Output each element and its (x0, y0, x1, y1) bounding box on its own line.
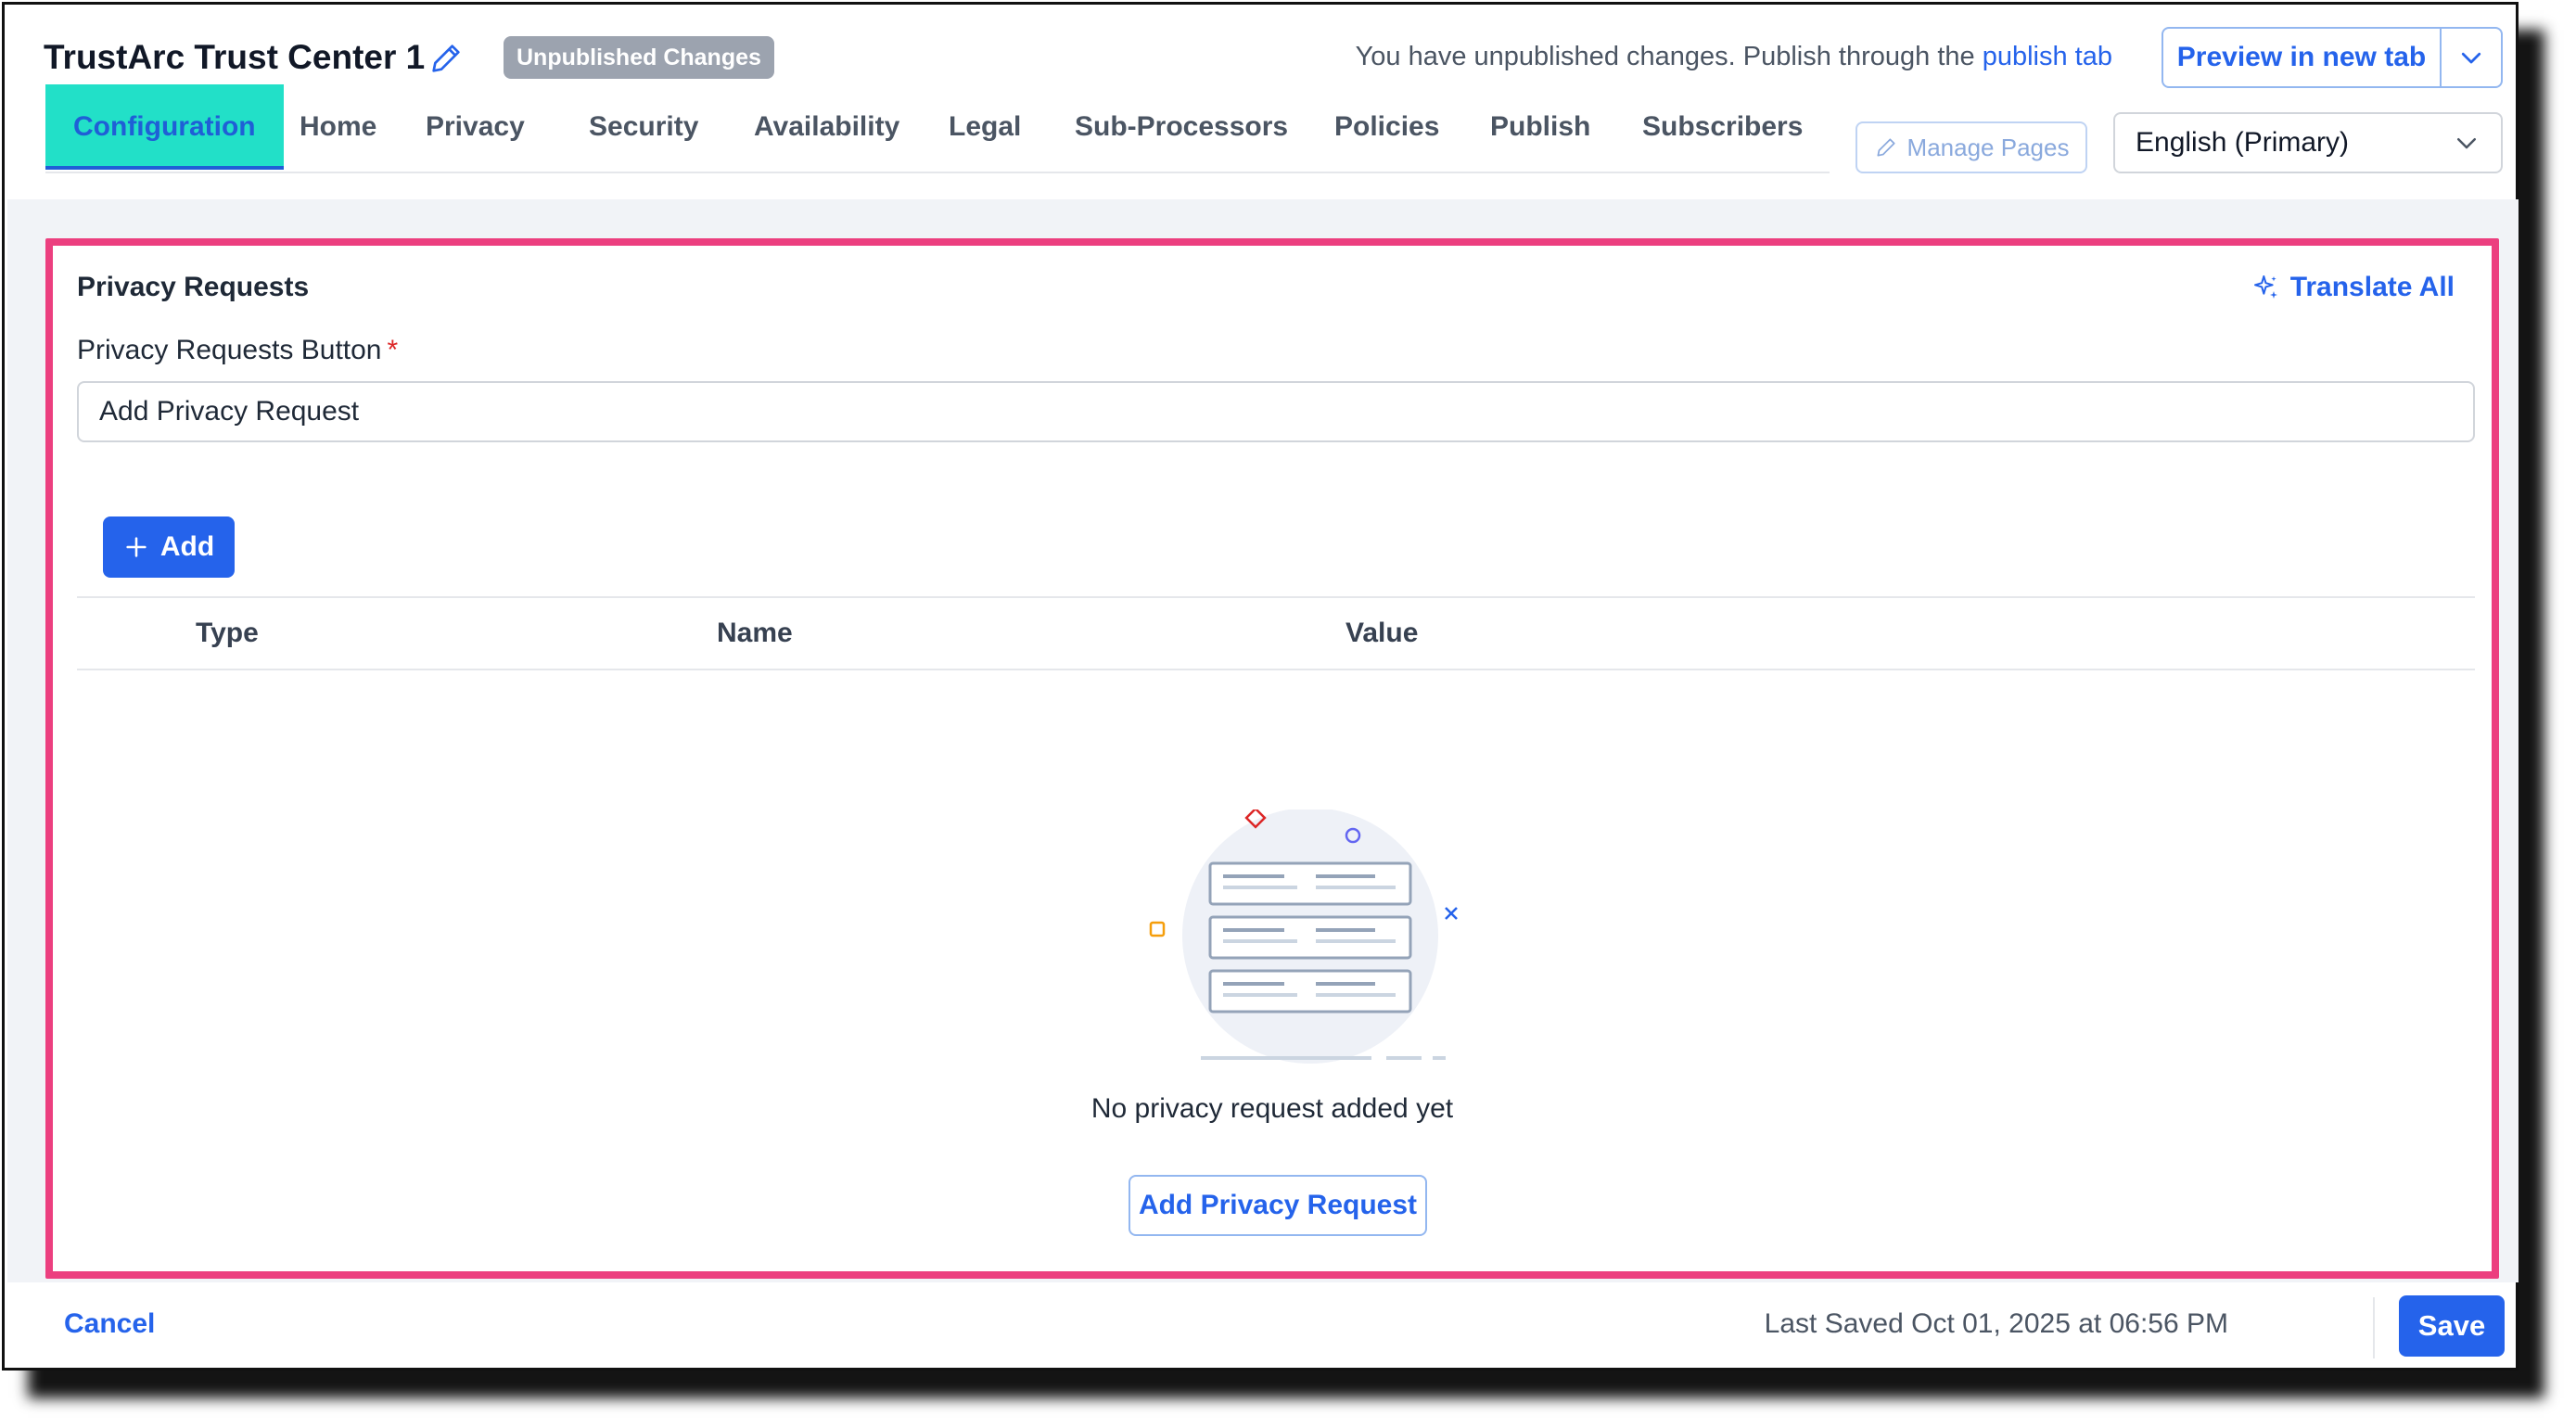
column-header-type[interactable]: Type (196, 598, 259, 669)
tab-publish[interactable]: Publish (1490, 84, 1590, 170)
required-marker: * (387, 335, 399, 365)
page-title: TrustArc Trust Center 1 (44, 38, 426, 76)
add-button[interactable]: Add (103, 516, 235, 578)
preview-button-group: Preview in new tab (2162, 27, 2503, 88)
save-button[interactable]: Save (2399, 1295, 2505, 1357)
tab-privacy[interactable]: Privacy (426, 84, 525, 170)
sparkle-icon (2253, 275, 2277, 299)
tab-legal[interactable]: Legal (949, 84, 1021, 170)
tab-subscribers[interactable]: Subscribers (1642, 84, 1803, 170)
column-header-name[interactable]: Name (717, 598, 793, 669)
tab-configuration[interactable]: Configuration (45, 84, 284, 170)
tab-policies[interactable]: Policies (1334, 84, 1439, 170)
privacy-requests-card: Privacy Requests Translate All Privacy R… (45, 238, 2499, 1279)
language-selected-value: English (Primary) (2136, 127, 2350, 158)
card-title: Privacy Requests (77, 272, 310, 302)
unpublished-notice: You have unpublished changes. Publish th… (1356, 42, 2112, 72)
pencil-icon (1877, 138, 1895, 157)
translate-all-button[interactable]: Translate All (2251, 272, 2455, 303)
tab-home[interactable]: Home (300, 84, 376, 170)
app-window: TrustArc Trust Center 1 Unpublished Chan… (2, 2, 2519, 1371)
empty-state-illustration (1149, 810, 1458, 1064)
preview-dropdown-button[interactable] (2442, 29, 2501, 86)
table-header: Type Name Value (77, 596, 2475, 670)
cancel-button[interactable]: Cancel (64, 1308, 155, 1340)
chevron-down-icon (2461, 52, 2481, 64)
tab-availability[interactable]: Availability (754, 84, 899, 170)
manage-pages-label: Manage Pages (1906, 133, 2070, 161)
last-saved-text: Last Saved Oct 01, 2025 at 06:56 PM (1764, 1308, 2228, 1339)
divider (2373, 1297, 2375, 1358)
manage-pages-button[interactable]: Manage Pages (1855, 121, 2087, 173)
language-select[interactable]: English (Primary) (2113, 112, 2503, 173)
edit-title-icon[interactable] (427, 40, 465, 77)
add-privacy-request-button[interactable]: Add Privacy Request (1129, 1175, 1427, 1236)
add-button-label: Add (159, 531, 215, 562)
empty-state-text: No privacy request added yet (1090, 1093, 1454, 1124)
plus-icon (126, 537, 147, 557)
preview-in-new-tab-button[interactable]: Preview in new tab (2163, 29, 2440, 86)
translate-all-label: Translate All (2289, 272, 2455, 302)
privacy-requests-button-label: Privacy Requests Button * (77, 335, 398, 366)
unpublished-badge: Unpublished Changes (504, 36, 774, 79)
field-label-text: Privacy Requests Button (77, 335, 382, 365)
tab-bar: Configuration Home Privacy Security Avai… (45, 84, 1830, 173)
chevron-down-icon (2457, 138, 2476, 149)
publish-tab-link[interactable]: publish tab (1983, 42, 2112, 71)
tab-sub-processors[interactable]: Sub-Processors (1075, 84, 1288, 170)
column-header-value[interactable]: Value (1345, 598, 1418, 669)
notice-text: You have unpublished changes. Publish th… (1355, 42, 1975, 71)
privacy-requests-button-input[interactable]: Add Privacy Request (77, 381, 2475, 442)
tab-security[interactable]: Security (589, 84, 698, 170)
